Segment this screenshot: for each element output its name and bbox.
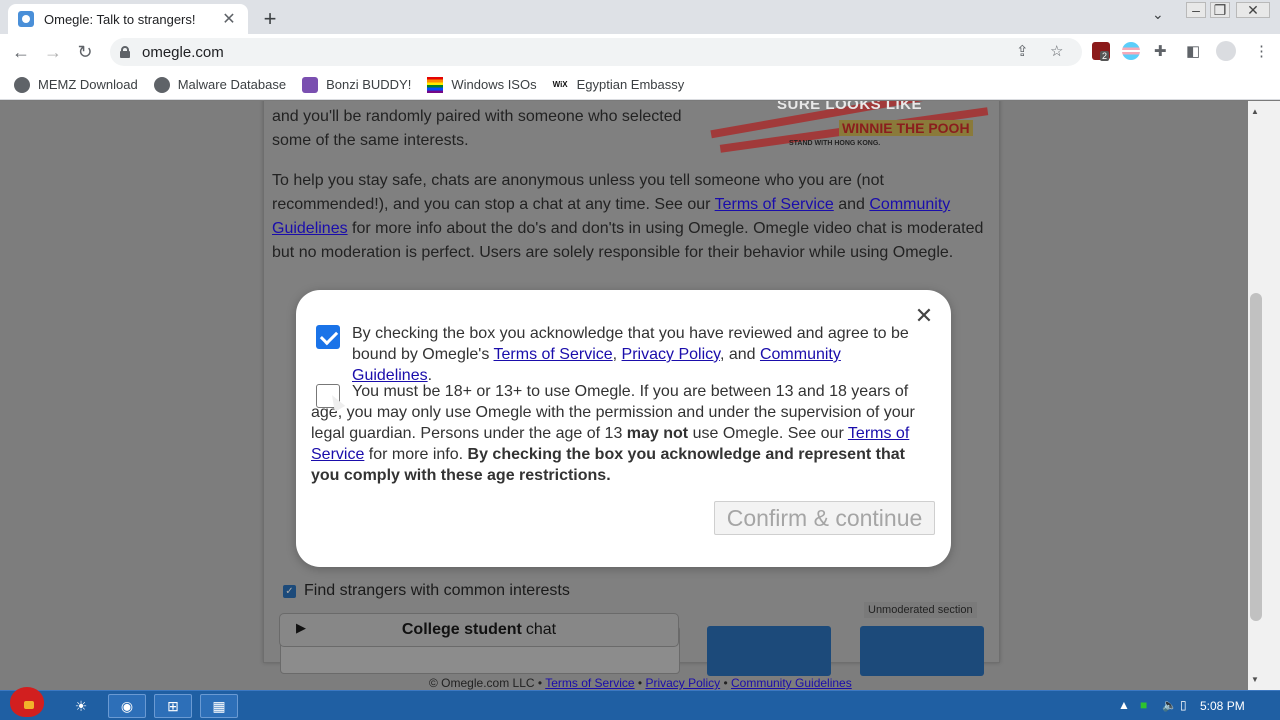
- notification-tray-icon[interactable]: ▯: [1180, 698, 1187, 712]
- unmoderated-section-link[interactable]: Unmoderated section: [864, 602, 977, 618]
- bookmark-windows-isos[interactable]: Windows ISOs: [427, 76, 537, 93]
- network-app-taskbar-icon[interactable]: ⊞: [154, 694, 192, 718]
- agree-terms-text: By checking the box you acknowledge that…: [352, 323, 922, 386]
- tab-title: Omegle: Talk to strangers!: [44, 11, 196, 27]
- lock-icon[interactable]: [120, 46, 130, 58]
- age-restriction-text: You must be 18+ or 13+ to use Omegle. If…: [311, 381, 926, 486]
- restore-button[interactable]: ❐: [1210, 2, 1230, 18]
- bookmark-label: MEMZ Download: [38, 77, 138, 92]
- side-panel-icon[interactable]: ◧: [1186, 42, 1200, 60]
- explorer-taskbar-icon[interactable]: ☀: [62, 694, 100, 718]
- footer-tos-link[interactable]: Terms of Service: [545, 676, 634, 690]
- chrome-taskbar-icon[interactable]: ◉: [108, 694, 146, 718]
- and-text: , and: [719, 346, 760, 363]
- network-tray-icon[interactable]: ■: [1140, 698, 1147, 712]
- intro-paragraph: and you'll be randomly paired with someo…: [272, 105, 692, 153]
- hong-kong-banner-image: SURE LOOKS LIKE WINNIE THE POOH STAND WI…: [709, 101, 994, 153]
- url-text: omegle.com: [142, 43, 224, 61]
- taskbar-clock[interactable]: 5:08 PM: [1200, 699, 1245, 713]
- college-student-chat-button[interactable]: ▶ College student chat: [279, 613, 679, 647]
- interests-checkbox[interactable]: ✓: [283, 584, 296, 598]
- footer-privacy-link[interactable]: Privacy Policy: [645, 676, 720, 690]
- wix-icon: WiX: [552, 79, 568, 89]
- bookmark-bonzi-buddy[interactable]: Bonzi BUDDY!: [302, 76, 412, 93]
- scroll-up-arrow-icon[interactable]: ▲: [1251, 107, 1259, 116]
- extensions-puzzle-icon[interactable]: ✚: [1154, 42, 1167, 60]
- scrollbar-thumb[interactable]: [1250, 293, 1262, 621]
- comma-text: ,: [612, 346, 622, 363]
- back-button[interactable]: ←: [8, 40, 34, 64]
- tab-search-chevron-icon[interactable]: ⌄: [1152, 6, 1164, 23]
- banner-text-2: WINNIE THE POOH: [839, 120, 973, 136]
- modal-privacy-link[interactable]: Privacy Policy: [622, 346, 720, 363]
- intro-line-1: and you'll be randomly paired with someo…: [272, 108, 682, 125]
- globe-icon: [153, 76, 170, 93]
- banner-text-1: SURE LOOKS LIKE: [777, 101, 923, 113]
- pride-extension-icon[interactable]: [1122, 42, 1140, 60]
- page-footer: © Omegle.com LLC • Terms of Service • Pr…: [429, 676, 852, 690]
- globe-icon: [14, 76, 30, 93]
- footer-separator: •: [634, 676, 646, 690]
- bookmark-egyptian-embassy[interactable]: WiX Egyptian Embassy: [553, 77, 685, 93]
- start-button[interactable]: [4, 683, 50, 720]
- bonzi-icon: [302, 76, 319, 93]
- age-text-3: for more info.: [364, 446, 468, 463]
- tab-strip: Omegle: Talk to strangers! ✕ + ⌄ – ❐ ✕: [0, 0, 1280, 34]
- college-bold-label: College student: [401, 621, 522, 638]
- bookmarks-bar: MEMZ Download Malware Database Bonzi BUD…: [0, 70, 1280, 100]
- bookmark-label: Malware Database: [177, 77, 287, 92]
- safety-paragraph: To help you stay safe, chats are anonymo…: [272, 169, 992, 265]
- reload-button[interactable]: ↻: [72, 40, 98, 64]
- omegle-favicon-icon: [18, 11, 34, 27]
- extension-badge: 2: [1100, 51, 1110, 61]
- play-icon: ▶: [296, 620, 306, 635]
- college-label: chat: [525, 621, 557, 638]
- safety-text-2: for more info about the do's and don'ts …: [272, 220, 984, 261]
- ublock-extension-icon[interactable]: 2: [1092, 42, 1110, 61]
- bookmark-label: Bonzi BUDDY!: [326, 77, 412, 92]
- interests-label: Find strangers with common interests: [304, 582, 570, 599]
- page-scrollbar[interactable]: ▲ ▼: [1248, 101, 1280, 690]
- age-consent-dialog: ✕ By checking the box you acknowledge th…: [296, 290, 951, 567]
- footer-copyright: © Omegle.com LLC •: [429, 676, 546, 690]
- bookmark-malware-database[interactable]: Malware Database: [153, 76, 287, 93]
- text-chat-button[interactable]: [707, 626, 831, 676]
- footer-separator: •: [720, 676, 731, 690]
- windows-taskbar: ☀ ◉ ⊞ ▦ ▲ ■ 🔈 ▯ 5:08 PM: [0, 687, 1280, 720]
- bookmark-label: Windows ISOs: [451, 77, 537, 92]
- browser-toolbar: ← → ↻ omegle.com ⇪ ☆ 2 ✚ ◧ ⋮: [0, 34, 1280, 70]
- bookmark-label: Egyptian Embassy: [576, 77, 685, 92]
- profile-avatar-icon[interactable]: [1216, 41, 1236, 61]
- safety-and: and: [833, 196, 870, 213]
- window-close-button[interactable]: ✕: [1236, 2, 1270, 18]
- rainbow-flag-icon: [427, 76, 444, 93]
- menu-kebab-icon[interactable]: ⋮: [1254, 42, 1269, 60]
- banner-text-3: STAND WITH HONG KONG.: [789, 140, 881, 147]
- scroll-down-arrow-icon[interactable]: ▼: [1251, 675, 1259, 684]
- intro-line-2: some of the same interests.: [272, 132, 469, 149]
- tab-close-icon[interactable]: ✕: [220, 9, 238, 29]
- age-text-2: use Omegle. See our: [688, 425, 848, 442]
- forward-button[interactable]: →: [40, 40, 66, 64]
- address-bar[interactable]: omegle.com: [110, 38, 1082, 66]
- modal-terms-link[interactable]: Terms of Service: [494, 346, 613, 363]
- paint-taskbar-icon[interactable]: ▦: [200, 694, 238, 718]
- video-chat-button[interactable]: [860, 626, 984, 676]
- footer-guidelines-link[interactable]: Community Guidelines: [731, 676, 852, 690]
- share-icon[interactable]: ⇪: [1016, 42, 1029, 60]
- tray-expand-icon[interactable]: ▲: [1118, 698, 1130, 712]
- agree-terms-checkbox[interactable]: [316, 325, 340, 349]
- confirm-continue-button[interactable]: Confirm & continue: [714, 501, 935, 535]
- new-tab-button[interactable]: +: [258, 6, 282, 32]
- browser-tab[interactable]: Omegle: Talk to strangers! ✕: [8, 4, 248, 34]
- bookmark-star-icon[interactable]: ☆: [1050, 42, 1063, 60]
- bookmark-memz[interactable]: MEMZ Download: [14, 76, 138, 93]
- may-not-text: may not: [626, 425, 689, 442]
- terms-of-service-link[interactable]: Terms of Service: [715, 196, 834, 213]
- volume-tray-icon[interactable]: 🔈: [1162, 698, 1177, 712]
- bird-beak: [24, 701, 34, 709]
- minimize-button[interactable]: –: [1186, 2, 1206, 18]
- interests-checkbox-row[interactable]: ✓ Find strangers with common interests: [283, 582, 570, 600]
